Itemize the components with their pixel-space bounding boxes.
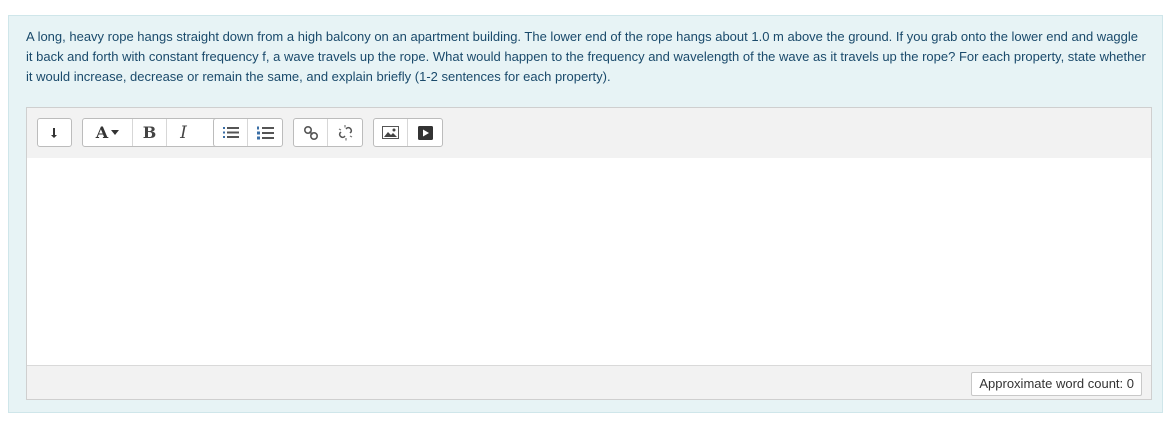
numbered-list-icon: [256, 126, 274, 140]
answer-text-area[interactable]: [27, 158, 1151, 366]
font-color-icon: A: [96, 123, 120, 142]
answer-editor: A B I Approximate word count: 0: [26, 107, 1152, 400]
word-count-badge: Approximate word count: 0: [971, 372, 1142, 396]
show-more-buttons-button[interactable]: [38, 119, 71, 146]
media-button[interactable]: [408, 119, 442, 146]
editor-footer: Approximate word count: 0: [27, 366, 1151, 399]
font-color-button[interactable]: A: [83, 119, 133, 146]
unlink-button[interactable]: [328, 119, 362, 146]
image-button[interactable]: [374, 119, 408, 146]
bold-icon: B: [142, 123, 157, 142]
unlink-icon: [337, 124, 354, 141]
ordered-list-button[interactable]: [248, 119, 282, 146]
toolbar-group-collapse: [37, 118, 72, 147]
bold-button[interactable]: B: [133, 119, 167, 146]
toolbar-group-lists: [213, 118, 283, 147]
toolbar-group-media: [373, 118, 443, 147]
arrow-down-icon: [50, 127, 60, 139]
toolbar-group-style: A B I: [82, 118, 231, 147]
link-button[interactable]: [294, 119, 328, 146]
toolbar-group-links: [293, 118, 363, 147]
bullet-list-icon: [222, 126, 239, 139]
italic-button[interactable]: I: [167, 119, 200, 146]
unordered-list-button[interactable]: [214, 119, 248, 146]
question-text: A long, heavy rope hangs straight down f…: [26, 29, 1146, 84]
editor-toolbar: A B I: [27, 108, 1151, 159]
italic-icon: I: [180, 122, 187, 143]
question-container: A long, heavy rope hangs straight down f…: [8, 15, 1163, 413]
image-icon: [382, 126, 399, 139]
link-icon: [303, 125, 319, 141]
media-icon: [417, 125, 433, 140]
